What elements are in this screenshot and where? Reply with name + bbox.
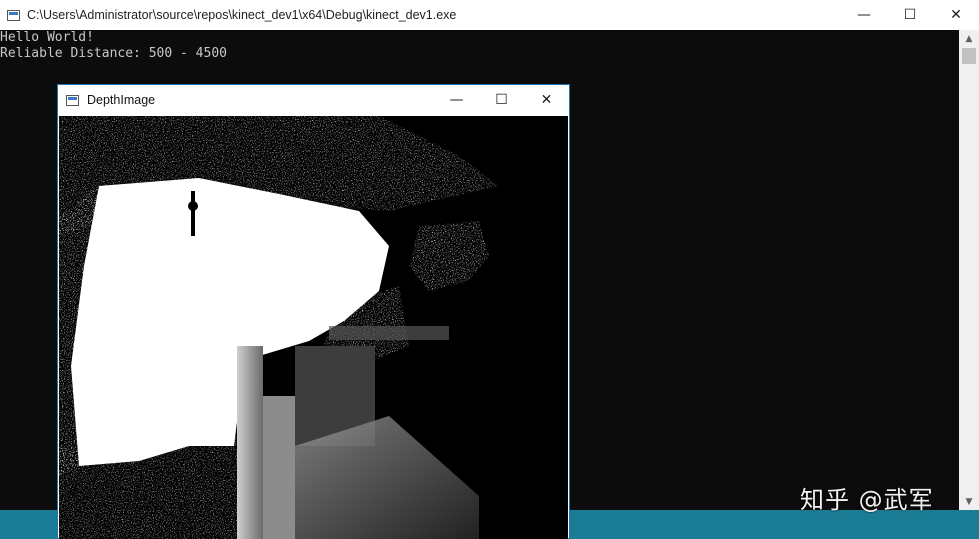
scroll-down-arrow-icon[interactable]: ▼ — [959, 493, 979, 510]
console-line-distance: Reliable Distance: 500 - 4500 — [0, 46, 227, 61]
console-window-title: C:\Users\Administrator\source\repos\kine… — [27, 8, 457, 22]
console-minimize-button[interactable]: — — [841, 0, 887, 30]
console-line-hello: Hello World! — [0, 30, 94, 45]
depth-image-canvas — [59, 116, 568, 539]
depth-minimize-button[interactable]: — — [434, 85, 479, 115]
console-maximize-button[interactable]: ☐ — [887, 0, 933, 30]
depth-close-button[interactable]: ✕ — [524, 85, 569, 115]
console-app-icon[interactable] — [7, 9, 20, 21]
depth-window-app-icon[interactable] — [66, 94, 79, 106]
scrollbar-thumb[interactable] — [962, 48, 976, 64]
depth-window-title: DepthImage — [87, 93, 156, 107]
depth-window-titlebar[interactable]: DepthImage — ☐ ✕ — [58, 85, 569, 115]
depth-window-controls: — ☐ ✕ — [434, 85, 569, 115]
console-window-controls: — ☐ ✕ — [841, 0, 979, 30]
depth-maximize-button[interactable]: ☐ — [479, 85, 524, 115]
watermark-text: 知乎 @武军 — [800, 486, 934, 514]
console-close-button[interactable]: ✕ — [933, 0, 979, 30]
scroll-up-arrow-icon[interactable]: ▲ — [959, 30, 979, 47]
console-titlebar[interactable]: C:\Users\Administrator\source\repos\kine… — [0, 0, 979, 30]
depth-image-window[interactable]: DepthImage — ☐ ✕ — [57, 84, 570, 539]
console-scrollbar[interactable]: ▲ ▼ — [959, 30, 979, 510]
